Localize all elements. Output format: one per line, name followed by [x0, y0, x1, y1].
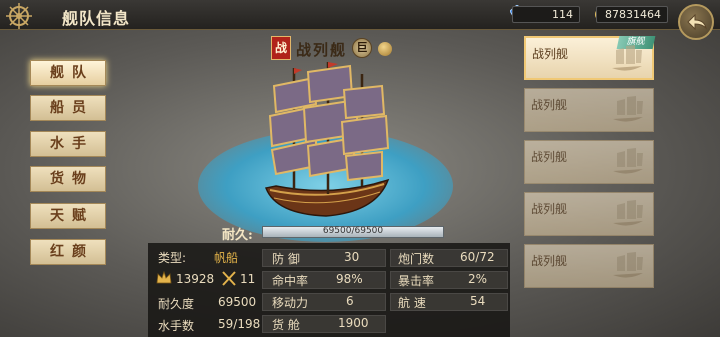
gem-count: 114: [552, 8, 573, 21]
crossed-swords-icon: [222, 271, 236, 286]
cargo-value: 1900: [338, 316, 369, 330]
menu-talent[interactable]: 天赋: [30, 203, 106, 229]
ship-thumb-icon: [613, 200, 643, 226]
fleet-slot-label: 战列舰: [531, 150, 568, 164]
fleet-slot-2[interactable]: 战列舰: [524, 88, 654, 132]
ship-image: [264, 62, 390, 217]
ship-thumb-icon: [613, 148, 643, 174]
gem-counter: 114: [512, 6, 580, 23]
swap-ship-icon[interactable]: [378, 42, 392, 56]
crit-value: 2%: [468, 272, 488, 286]
defense-label: 防 御: [272, 252, 300, 266]
fleet-slot-5[interactable]: 战列舰: [524, 244, 654, 288]
menu-sailors[interactable]: 水手: [30, 131, 106, 157]
type-value: 帆船: [214, 251, 239, 265]
durability-stat-label: 耐久度: [158, 297, 195, 311]
fleet-slot-4[interactable]: 战列舰: [524, 192, 654, 236]
move-value: 6: [346, 294, 354, 308]
fleet-slot-label: 战列舰: [531, 254, 568, 268]
back-button[interactable]: [678, 4, 714, 40]
stats-panel: 类型: 帆船 13928 11 耐久度 69500 水手数 59/198 防 御…: [148, 243, 510, 337]
crit-label: 暴击率: [398, 274, 435, 288]
move-label: 移动力: [272, 296, 309, 310]
cannons-label: 炮门数: [398, 252, 435, 266]
crown-icon: [156, 271, 172, 284]
ship-thumb-icon: [613, 252, 643, 278]
page-title: 舰队信息: [62, 9, 131, 28]
fleet-slot-1[interactable]: 战列舰 旗舰: [524, 36, 656, 80]
sailors-value: 59/198: [218, 317, 261, 331]
durability-label: 耐久:: [222, 228, 253, 243]
durability-text: 69500/69500: [322, 226, 384, 236]
coin-count: 87831464: [605, 8, 661, 21]
speed-value: 54: [470, 294, 486, 308]
speed-label: 航 速: [398, 296, 426, 310]
durability-stat-value: 69500: [218, 295, 257, 309]
type-label: 类型:: [158, 251, 187, 265]
fleet-slot-label: 战列舰: [531, 98, 568, 112]
ship-thumb-icon: [612, 45, 642, 71]
fleet-slot-label: 战列舰: [531, 202, 568, 216]
hit-value: 98%: [336, 272, 363, 286]
hit-label: 命中率: [272, 274, 309, 288]
cannons-value: 60/72: [460, 250, 495, 264]
swords-value: 11: [240, 272, 256, 286]
cargo-label: 货 舱: [272, 318, 300, 332]
durability-bar: 69500/69500: [262, 226, 444, 238]
crown-value: 13928: [176, 272, 215, 286]
menu-fleet[interactable]: 舰队: [30, 60, 106, 86]
sailors-label: 水手数: [158, 319, 195, 333]
ship-thumb-icon: [613, 96, 643, 122]
ship-wheel-icon: [6, 3, 32, 29]
back-arrow-icon: [687, 14, 707, 30]
fleet-slot-label: 战列舰: [532, 47, 569, 61]
ship-size-badge: 巨: [352, 38, 372, 58]
menu-crew[interactable]: 船员: [30, 95, 106, 121]
defense-value: 30: [344, 250, 360, 264]
coin-counter: 87831464: [596, 6, 668, 23]
fleet-slot-3[interactable]: 战列舰: [524, 140, 654, 184]
menu-beauties[interactable]: 红颜: [30, 239, 106, 265]
menu-cargo[interactable]: 货物: [30, 166, 106, 192]
